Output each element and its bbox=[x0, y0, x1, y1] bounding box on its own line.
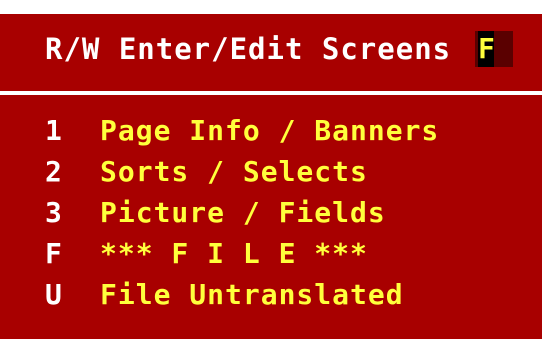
menu-item-label: File Untranslated bbox=[100, 278, 404, 311]
menu-item-key: 2 bbox=[45, 155, 62, 188]
menu-item-key: 1 bbox=[45, 114, 62, 147]
menu-item-key: 3 bbox=[45, 196, 62, 229]
menu-item-sorts[interactable]: 2 Sorts / Selects bbox=[0, 151, 542, 192]
menu-item-label: *** F I L E *** bbox=[100, 237, 368, 270]
menu-item-file-untranslated[interactable]: U File Untranslated bbox=[0, 274, 542, 315]
menu-item-key: F bbox=[45, 237, 62, 270]
menu-list: 1 Page Info / Banners 2 Sorts / Selects … bbox=[0, 110, 542, 315]
menu-item-page-info[interactable]: 1 Page Info / Banners bbox=[0, 110, 542, 151]
menu-item-picture[interactable]: 3 Picture / Fields bbox=[0, 192, 542, 233]
command-input[interactable]: F bbox=[475, 31, 513, 67]
screen-title: R/W Enter/Edit Screens bbox=[45, 32, 452, 66]
terminal-screen: R/W Enter/Edit Screens F 1 Page Info / B… bbox=[0, 14, 542, 339]
menu-item-label: Picture / Fields bbox=[100, 196, 386, 229]
menu-item-key: U bbox=[45, 278, 62, 311]
menu-item-label: Page Info / Banners bbox=[100, 114, 440, 147]
menu-item-label: Sorts / Selects bbox=[100, 155, 368, 188]
command-input-value: F bbox=[478, 31, 495, 67]
title-row: R/W Enter/Edit Screens bbox=[45, 32, 451, 66]
menu-item-file[interactable]: F *** F I L E *** bbox=[0, 233, 542, 274]
divider bbox=[0, 91, 542, 95]
